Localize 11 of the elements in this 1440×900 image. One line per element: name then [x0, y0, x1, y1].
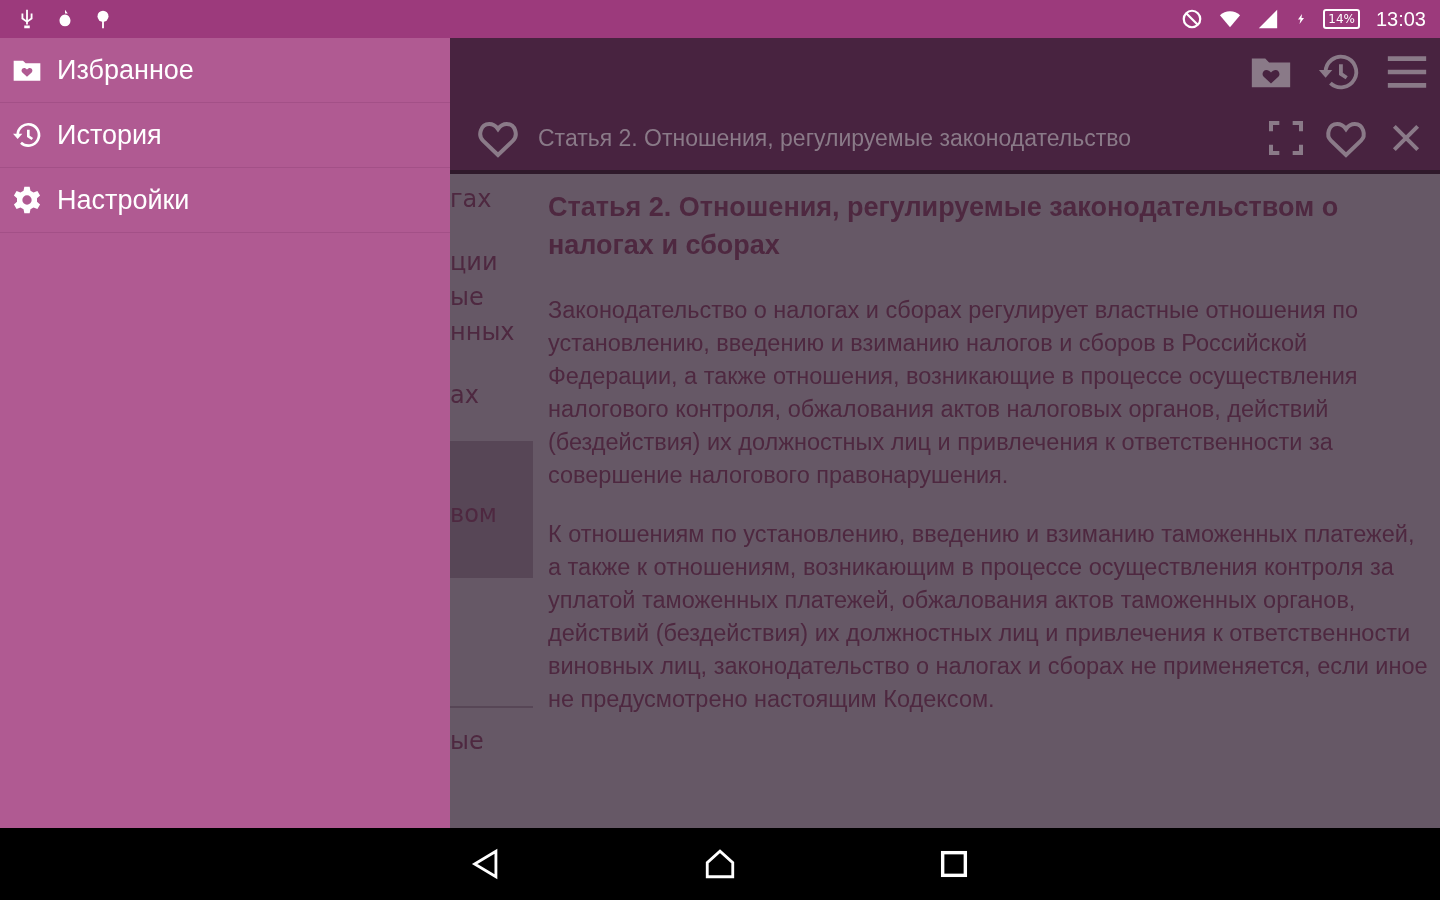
settings-icon — [11, 184, 43, 216]
home-icon[interactable] — [703, 847, 737, 881]
wifi-icon — [1219, 8, 1242, 30]
signal-icon — [1257, 8, 1280, 30]
clock: 13:03 — [1375, 7, 1426, 31]
fullscreen-icon[interactable] — [1266, 118, 1306, 158]
drawer-item[interactable]: Избранное — [0, 38, 450, 103]
drawer-item[interactable]: Настройки — [0, 168, 450, 233]
do-not-disturb-icon — [1181, 8, 1204, 30]
drawer-item[interactable]: История — [0, 103, 450, 168]
battery-level: 14% — [1323, 9, 1360, 29]
